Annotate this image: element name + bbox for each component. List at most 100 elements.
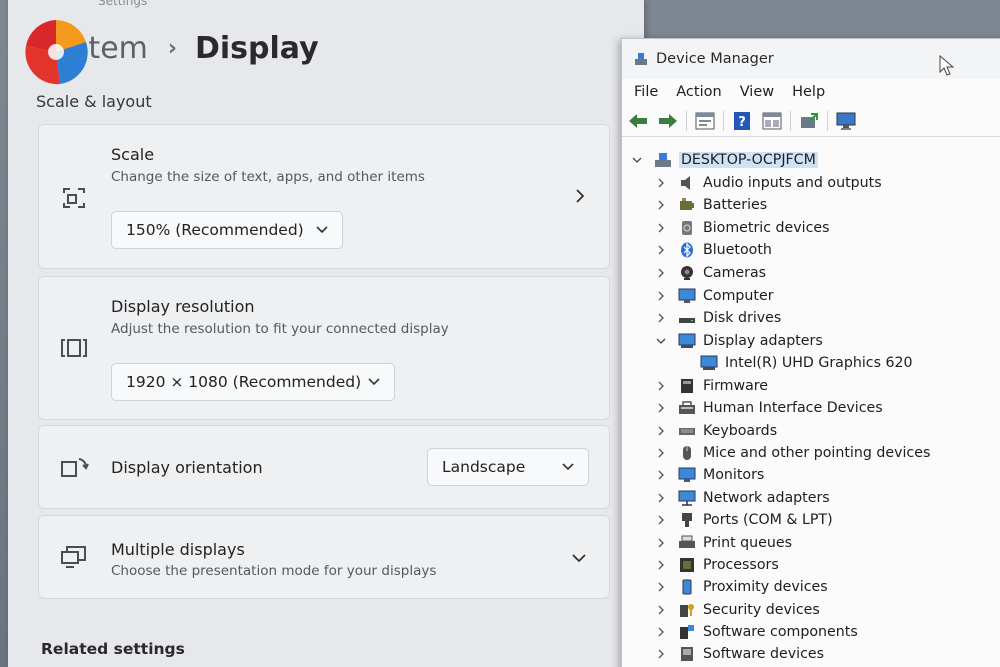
scan-hardware-icon[interactable] [834, 110, 858, 132]
collapse-chevron-icon[interactable] [656, 336, 666, 346]
breadcrumb-separator: › [167, 35, 177, 61]
help-icon[interactable]: ? [730, 110, 754, 132]
tree-category[interactable]: Network adapters [656, 488, 830, 508]
display-adapter-icon [700, 355, 718, 370]
tree-category[interactable]: Monitors [656, 465, 764, 485]
collapse-chevron-icon[interactable] [632, 155, 642, 165]
tree-category[interactable]: Software components [656, 622, 858, 642]
settings-window: Settings System › Display Scale & layout… [8, 0, 644, 667]
chevron-down-icon[interactable] [571, 552, 587, 564]
chevron-right-icon[interactable] [573, 189, 587, 203]
category-label: Batteries [703, 197, 768, 213]
category-label: Disk drives [703, 310, 782, 326]
category-label: Human Interface Devices [703, 400, 883, 416]
resolution-card: Display resolution Adjust the resolution… [38, 276, 610, 420]
security-icon [680, 604, 694, 617]
scale-description: Change the size of text, apps, and other… [111, 169, 425, 185]
forward-icon[interactable] [656, 110, 680, 132]
expand-chevron-icon[interactable] [656, 605, 666, 615]
tree-category[interactable]: Audio inputs and outputs [656, 173, 882, 193]
expand-chevron-icon[interactable] [656, 381, 666, 391]
category-label: Audio inputs and outputs [703, 175, 882, 191]
tree-category[interactable]: Processors [656, 555, 779, 575]
tree-category[interactable]: Bluetooth [656, 240, 772, 260]
toolbar-separator [790, 110, 791, 131]
expand-chevron-icon[interactable] [656, 200, 666, 210]
tree-category[interactable]: Print queues [656, 533, 792, 553]
toolbar-separator [827, 110, 828, 131]
printer-icon [679, 535, 695, 548]
expand-chevron-icon[interactable] [656, 582, 666, 592]
menu-view[interactable]: View [740, 84, 774, 100]
tree-category[interactable]: Proximity devices [656, 577, 828, 597]
multiple-displays-title: Multiple displays [111, 540, 245, 559]
resolution-icon [61, 339, 87, 357]
expand-chevron-icon[interactable] [656, 268, 666, 278]
menu-help[interactable]: Help [792, 84, 825, 100]
tree-root[interactable]: DESKTOP-OCPJFCM [632, 150, 818, 170]
tree-category[interactable]: Biometric devices [656, 218, 830, 238]
category-label: Computer [703, 288, 774, 304]
computer-root-icon [655, 153, 671, 167]
tree-category[interactable]: Cameras [656, 263, 766, 283]
category-label: Bluetooth [703, 242, 772, 258]
tree-category[interactable]: Security devices [656, 600, 820, 620]
multiple-displays-card[interactable]: Multiple displays Choose the presentatio… [38, 515, 610, 599]
update-driver-icon[interactable] [797, 110, 821, 132]
scale-dropdown[interactable]: 150% (Recommended) [111, 211, 343, 249]
tree-category[interactable]: Computer [656, 286, 774, 306]
menu-file[interactable]: File [634, 84, 658, 100]
expand-chevron-icon[interactable] [656, 426, 666, 436]
multiple-displays-icon [61, 546, 86, 568]
category-label: Keyboards [703, 423, 778, 439]
tree-category[interactable]: Batteries [656, 195, 767, 215]
view-icon[interactable] [760, 110, 784, 132]
toolbar-separator [686, 110, 687, 131]
computer-icon [678, 288, 696, 303]
category-label: Ports (COM & LPT) [703, 512, 833, 528]
svg-text:?: ? [738, 115, 746, 130]
expand-chevron-icon[interactable] [656, 515, 666, 525]
scale-card[interactable]: Scale Change the size of text, apps, and… [38, 124, 610, 269]
expand-chevron-icon[interactable] [656, 291, 666, 301]
expand-chevron-icon[interactable] [656, 245, 666, 255]
expand-chevron-icon[interactable] [656, 560, 666, 570]
tree-category-expanded[interactable]: Display adapters [656, 331, 823, 351]
expand-chevron-icon[interactable] [656, 448, 666, 458]
tree-category[interactable]: Keyboards [656, 421, 777, 441]
tree-category[interactable]: Firmware [656, 376, 768, 396]
tree-category[interactable]: Mice and other pointing devices [656, 443, 930, 463]
fingerprint-icon [682, 221, 692, 235]
device-manager-window: Device Manager File Action View Help ? D… [621, 38, 1000, 667]
expand-chevron-icon[interactable] [656, 538, 666, 548]
speaker-icon [681, 176, 690, 190]
back-icon[interactable] [626, 110, 650, 132]
section-title: Scale & layout [36, 92, 152, 111]
expand-chevron-icon[interactable] [656, 403, 666, 413]
tree-category[interactable]: Human Interface Devices [656, 398, 883, 418]
proximity-icon [682, 579, 692, 595]
tree-device[interactable]: Intel(R) UHD Graphics 620 [700, 353, 913, 373]
tree-category[interactable]: Software devices [656, 644, 824, 664]
tree-category[interactable]: Ports (COM & LPT) [656, 510, 833, 530]
display-adapter-icon [678, 333, 696, 348]
expand-chevron-icon[interactable] [656, 313, 666, 323]
resolution-dropdown[interactable]: 1920 × 1080 (Recommended) [111, 363, 395, 401]
bluetooth-icon [681, 242, 693, 258]
expand-chevron-icon[interactable] [656, 178, 666, 188]
related-settings-heading: Related settings [41, 640, 185, 658]
root-label: DESKTOP-OCPJFCM [679, 152, 818, 168]
orientation-title: Display orientation [111, 458, 263, 477]
category-label: Processors [703, 557, 779, 573]
tree-category[interactable]: Disk drives [656, 308, 781, 328]
expand-chevron-icon[interactable] [656, 223, 666, 233]
orientation-dropdown[interactable]: Landscape [427, 448, 589, 486]
expand-chevron-icon[interactable] [656, 493, 666, 503]
expand-chevron-icon[interactable] [656, 649, 666, 659]
orientation-icon [61, 458, 89, 477]
hid-icon [679, 401, 695, 414]
menu-action[interactable]: Action [676, 84, 721, 100]
expand-chevron-icon[interactable] [656, 470, 666, 480]
properties-icon[interactable] [693, 110, 717, 132]
expand-chevron-icon[interactable] [656, 627, 666, 637]
